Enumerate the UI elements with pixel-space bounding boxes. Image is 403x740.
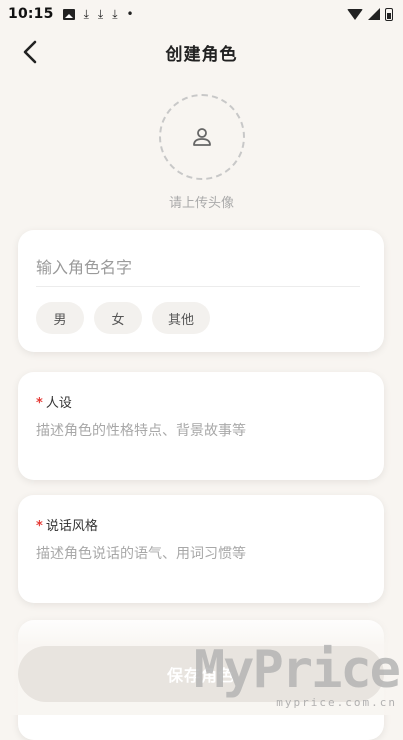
persona-card: * 人设 [18, 372, 384, 480]
chevron-left-icon [23, 40, 37, 64]
wifi-icon [347, 8, 363, 20]
save-button[interactable]: 保存角色 [18, 646, 384, 702]
speaking-style-label-text: 说话风格 [45, 519, 98, 534]
download-icon: ⤓ [112, 7, 118, 21]
gender-option-other[interactable]: 其他 [152, 302, 211, 334]
image-icon [62, 8, 75, 20]
status-bar-right [347, 7, 393, 21]
speaking-style-input[interactable] [36, 543, 366, 593]
avatar-section: 请上传头像 [0, 94, 403, 211]
page-title: 创建角色 [165, 44, 238, 65]
avatar-upload[interactable] [158, 94, 245, 180]
back-button[interactable] [18, 39, 44, 65]
persona-input[interactable] [36, 420, 366, 470]
required-mark: * [36, 396, 43, 411]
required-mark: * [36, 519, 43, 534]
download-icon: ⤓ [83, 7, 89, 21]
speaking-style-label: * 说话风格 [36, 515, 98, 534]
status-bar-left: 10:15 ⤓ ⤓ ⤓ • [8, 6, 134, 22]
dot-icon: • [126, 7, 134, 21]
speaking-style-card: * 说话风格 [18, 495, 384, 603]
divider [36, 286, 360, 287]
top-nav: 创建角色 [0, 30, 403, 74]
status-time: 10:15 [8, 6, 54, 22]
gender-options: 男 女 其他 [36, 302, 211, 334]
gender-option-male[interactable]: 男 [36, 302, 84, 334]
battery-icon [385, 7, 393, 21]
user-icon [192, 128, 211, 146]
persona-label-text: 人设 [45, 396, 72, 411]
download-icon: ⤓ [97, 7, 104, 21]
persona-label: * 人设 [36, 392, 72, 411]
gender-option-female[interactable]: 女 [94, 302, 142, 334]
status-bar: 10:15 ⤓ ⤓ ⤓ • [0, 0, 403, 28]
signal-icon [368, 8, 380, 20]
name-card: 男 女 其他 [18, 230, 384, 352]
name-input[interactable] [36, 250, 358, 284]
avatar-upload-label: 请上传头像 [168, 196, 234, 211]
